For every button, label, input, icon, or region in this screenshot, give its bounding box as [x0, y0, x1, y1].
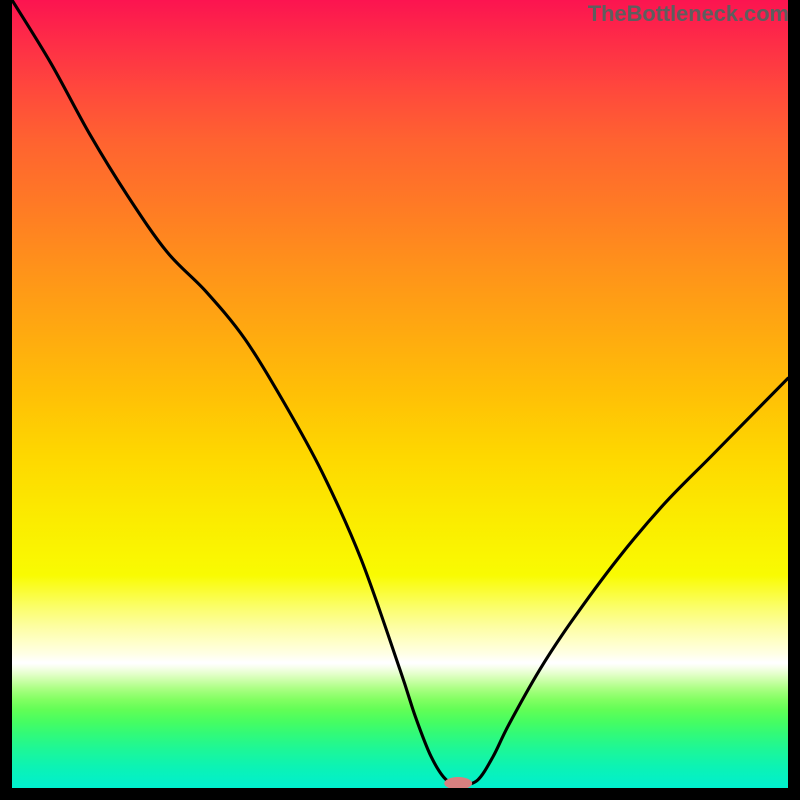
chart-svg — [12, 0, 788, 788]
optimum-marker — [444, 777, 472, 788]
bottleneck-curve — [12, 0, 788, 784]
attribution-label: TheBottleneck.com — [588, 1, 789, 27]
chart-area — [12, 0, 788, 788]
